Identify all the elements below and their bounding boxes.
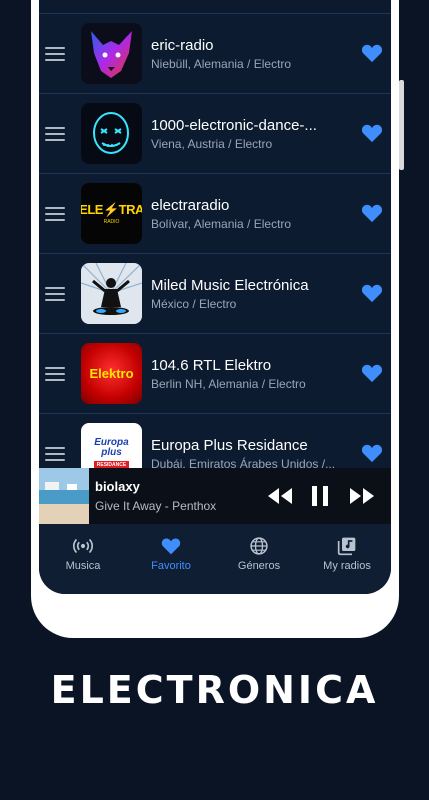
station-name: 1000-electronic-dance-... (151, 117, 317, 134)
dj-silhouette-logo (81, 263, 142, 324)
nav-label: Favorito (151, 560, 191, 572)
player-subtitle: Give It Away - Penthox (95, 499, 217, 513)
music-library-icon (337, 537, 356, 556)
station-row[interactable]: Elektro 104.6 RTL Elektro Berlin NH, Ale… (39, 334, 391, 414)
nav-label: Géneros (237, 560, 281, 572)
station-location: Bolívar, Alemania / Electro (151, 217, 292, 231)
neon-wolf-logo (81, 23, 142, 84)
station-name: Miled Music Electrónica (151, 277, 309, 294)
drag-handle-icon[interactable] (45, 366, 65, 381)
nav-label: Musica (65, 560, 101, 572)
phone-frame: eric-radio Niebüll, Alemania / Electro 1… (31, 0, 404, 638)
station-location: Berlin NH, Alemania / Electro (151, 377, 306, 391)
nav-favorito[interactable]: Favorito (127, 524, 215, 594)
nav-my-radios[interactable]: My radios (303, 524, 391, 594)
station-name: electraradio (151, 197, 230, 214)
drag-handle-icon[interactable] (45, 206, 65, 221)
drag-handle-icon[interactable] (45, 126, 65, 141)
drag-handle-icon[interactable] (45, 46, 65, 61)
station-row[interactable]: 1000-electronic-dance-... Viena, Austria… (39, 94, 391, 174)
app-screen: eric-radio Niebüll, Alemania / Electro 1… (39, 0, 391, 594)
electra-logo-text: ELE⚡TRA (81, 202, 142, 217)
favorite-heart-icon[interactable] (361, 443, 383, 463)
nav-label: My radios (323, 560, 371, 572)
favorite-heart-icon[interactable] (361, 363, 383, 383)
elektro-logo: Elektro (81, 343, 142, 404)
station-location: Niebüll, Alemania / Electro (151, 57, 292, 71)
drag-handle-icon[interactable] (45, 286, 65, 301)
promo-caption: ELECTRONICA (50, 668, 379, 712)
list-top-edge (39, 0, 391, 14)
station-name: Europa Plus Residance (151, 437, 308, 454)
europa-logo-text: Europa plus (94, 437, 129, 458)
pause-icon[interactable] (311, 484, 329, 508)
station-location: Viena, Austria / Electro (151, 137, 273, 151)
globe-icon (250, 537, 268, 555)
player-title: biolaxy (95, 479, 140, 494)
station-list: eric-radio Niebüll, Alemania / Electro 1… (39, 0, 391, 494)
electra-logo: ELE⚡TRA RADIO (81, 183, 142, 244)
nav-generos[interactable]: Géneros (215, 524, 303, 594)
phone-side-button (399, 80, 404, 170)
drag-handle-icon[interactable] (45, 446, 65, 461)
station-name: eric-radio (151, 37, 214, 54)
favorite-heart-icon[interactable] (361, 283, 383, 303)
nav-musica[interactable]: Musica (39, 524, 127, 594)
bottom-navigation: Musica Favorito Géneros My radios (39, 524, 391, 594)
station-name: 104.6 RTL Elektro (151, 357, 272, 374)
station-row[interactable]: Miled Music Electrónica México / Electro (39, 254, 391, 334)
heart-icon (161, 538, 181, 555)
neon-mask-logo (81, 103, 142, 164)
radio-waves-icon (73, 538, 93, 554)
elektro-logo-text: Elektro (89, 366, 134, 381)
favorite-heart-icon[interactable] (361, 203, 383, 223)
next-icon[interactable] (349, 484, 375, 508)
electra-logo-subtext: RADIO (103, 219, 120, 225)
station-location: México / Electro (151, 297, 237, 311)
station-row[interactable]: ELE⚡TRA RADIO electraradio Bolívar, Alem… (39, 174, 391, 254)
album-art (39, 468, 89, 524)
favorite-heart-icon[interactable] (361, 123, 383, 143)
favorite-heart-icon[interactable] (361, 43, 383, 63)
previous-icon[interactable] (267, 484, 293, 508)
station-row[interactable]: eric-radio Niebüll, Alemania / Electro (39, 14, 391, 94)
mini-player[interactable]: biolaxy Give It Away - Penthox (39, 468, 391, 524)
